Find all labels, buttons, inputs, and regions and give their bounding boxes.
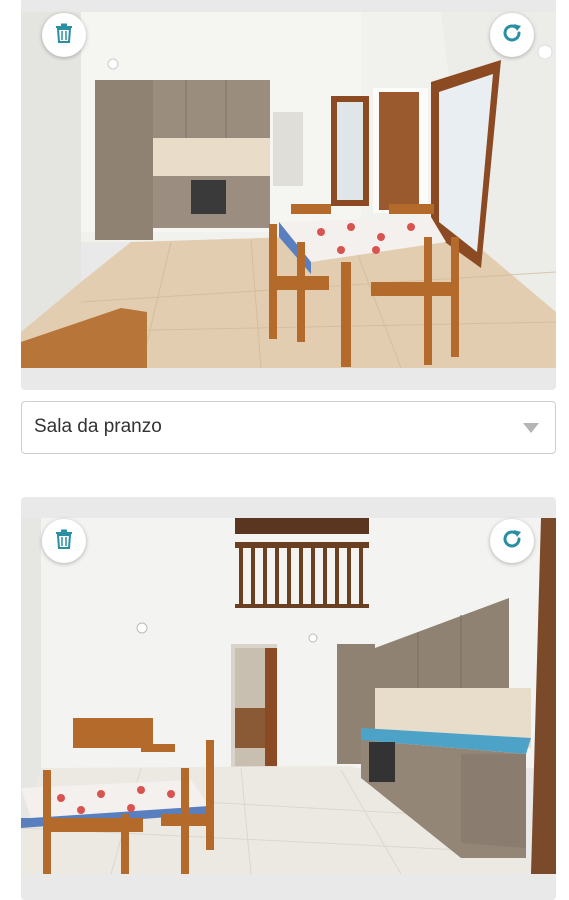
rotate-photo-button[interactable] bbox=[490, 519, 534, 563]
trash-icon bbox=[55, 23, 73, 47]
rotate-icon bbox=[501, 22, 523, 48]
delete-photo-button[interactable] bbox=[42, 13, 86, 57]
delete-photo-button[interactable] bbox=[42, 519, 86, 563]
rotate-icon bbox=[501, 528, 523, 554]
chevron-down-icon bbox=[523, 423, 539, 433]
rotate-photo-button[interactable] bbox=[490, 13, 534, 57]
room-photo-2 bbox=[21, 518, 556, 874]
room-photo-1 bbox=[21, 12, 556, 368]
room-type-value: Sala da pranzo bbox=[34, 416, 162, 437]
photo-card-1 bbox=[21, 0, 556, 390]
photo-card-2 bbox=[21, 497, 556, 900]
room-type-select[interactable]: Sala da pranzo bbox=[21, 401, 556, 454]
trash-icon bbox=[55, 529, 73, 553]
